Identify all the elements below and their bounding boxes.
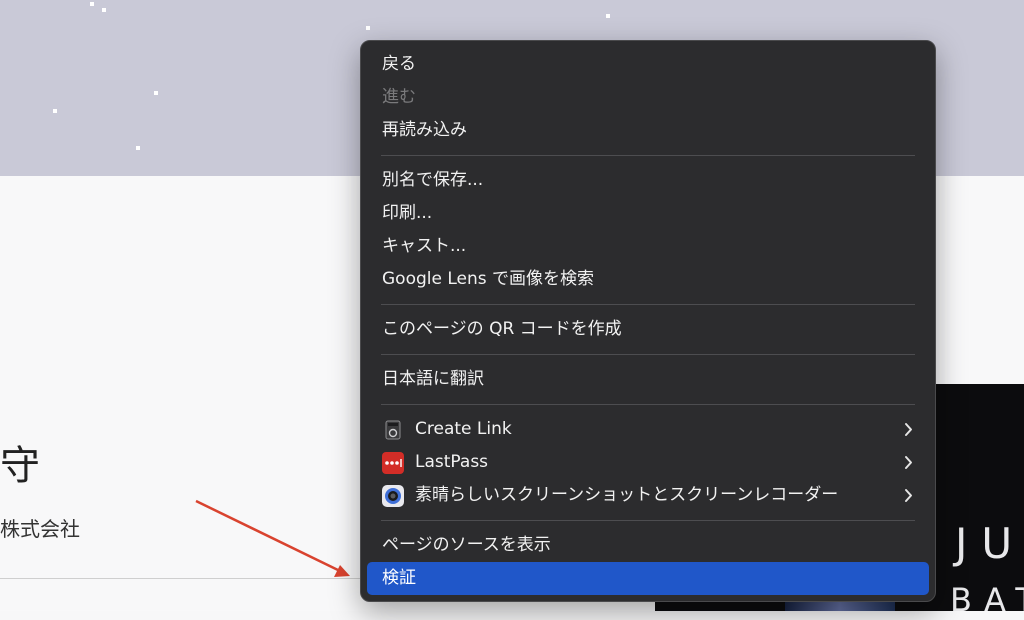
- decorative-star: [606, 14, 610, 18]
- menu-separator: [381, 155, 915, 156]
- decorative-star: [136, 146, 140, 150]
- menu-item-create-qr-code[interactable]: このページの QR コードを作成: [361, 313, 935, 346]
- menu-item-label: 日本語に翻訳: [382, 369, 484, 389]
- red-annotation-arrow-icon: [195, 499, 350, 577]
- menu-item-label: キャスト...: [382, 236, 467, 256]
- menu-item-back[interactable]: 戻る: [361, 48, 935, 81]
- page-heading: 守: [0, 443, 40, 489]
- awesome-screenshot-icon: [382, 485, 404, 507]
- menu-item-inspect[interactable]: 検証: [367, 562, 929, 595]
- menu-item-label: Google Lens で画像を検索: [382, 269, 595, 289]
- menu-separator: [381, 304, 915, 305]
- menu-item-label: このページの QR コードを作成: [382, 319, 622, 339]
- menu-item-google-lens[interactable]: Google Lens で画像を検索: [361, 263, 935, 296]
- menu-item-label: 戻る: [382, 54, 416, 74]
- menu-separator: [381, 520, 915, 521]
- context-menu: 戻る 進む 再読み込み 別名で保存... 印刷... キャスト... Googl…: [360, 40, 936, 602]
- menu-separator: [381, 354, 915, 355]
- menu-item-label: Create Link: [415, 419, 512, 439]
- decorative-star: [90, 2, 94, 6]
- menu-item-forward: 進む: [361, 81, 935, 114]
- menu-item-label: LastPass: [415, 452, 489, 472]
- decorative-star: [53, 109, 57, 113]
- banner-text-top: JU: [955, 519, 1024, 568]
- menu-item-label: 印刷...: [382, 203, 433, 223]
- menu-item-awesome-screenshot[interactable]: 素晴らしいスクリーンショットとスクリーンレコーダー: [361, 479, 935, 512]
- menu-item-label: 再読み込み: [382, 120, 467, 140]
- menu-item-translate[interactable]: 日本語に翻訳: [361, 363, 935, 396]
- menu-item-view-source[interactable]: ページのソースを表示: [361, 529, 935, 562]
- menu-item-lastpass[interactable]: LastPass: [361, 446, 935, 479]
- menu-item-reload[interactable]: 再読み込み: [361, 114, 935, 147]
- menu-item-save-as[interactable]: 別名で保存...: [361, 164, 935, 197]
- banner-text-bottom: BAT: [950, 581, 1024, 619]
- decorative-star: [366, 26, 370, 30]
- menu-item-label: 進む: [382, 87, 416, 107]
- chevron-right-icon: [905, 456, 912, 469]
- lastpass-icon: [382, 452, 404, 474]
- decorative-star: [102, 8, 106, 12]
- menu-item-label: 別名で保存...: [382, 170, 484, 190]
- menu-item-label: ページのソースを表示: [382, 535, 551, 555]
- menu-item-print[interactable]: 印刷...: [361, 197, 935, 230]
- create-link-extension-icon: [385, 420, 401, 440]
- menu-item-cast[interactable]: キャスト...: [361, 230, 935, 263]
- menu-item-label: 素晴らしいスクリーンショットとスクリーンレコーダー: [415, 485, 839, 505]
- chevron-right-icon: [905, 489, 912, 502]
- menu-separator: [381, 404, 915, 405]
- menu-item-label: 検証: [382, 568, 416, 588]
- company-name: 株式会社: [0, 517, 80, 541]
- decorative-star: [154, 91, 158, 95]
- chevron-right-icon: [905, 423, 912, 436]
- menu-item-create-link[interactable]: Create Link: [361, 413, 935, 446]
